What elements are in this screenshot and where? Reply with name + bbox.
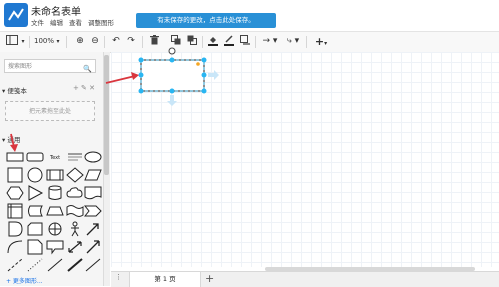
shape-arrow-up-right[interactable]	[84, 221, 102, 237]
undo-icon[interactable]: ↶	[110, 35, 122, 48]
shape-step[interactable]	[84, 203, 102, 219]
scratchpad-label: 便笺本	[7, 87, 27, 95]
general-section-header[interactable]: ▾ 通用	[2, 134, 20, 144]
panel-toggle-icon[interactable]	[4, 35, 20, 48]
shape-search-input[interactable]: 搜索图形 🔍	[4, 59, 96, 73]
menu-arrange[interactable]: 调整图形	[88, 17, 114, 27]
shape-document[interactable]	[84, 185, 102, 201]
shape-line-dotted[interactable]	[26, 257, 44, 273]
shape-callout[interactable]	[46, 239, 64, 255]
svg-text:Text: Text	[49, 155, 60, 161]
shape-parallelogram[interactable]	[84, 167, 102, 183]
line-color-icon[interactable]	[223, 35, 235, 48]
general-label: 通用	[7, 136, 21, 144]
redo-icon[interactable]: ↷	[125, 35, 137, 48]
add-page-button[interactable]: +	[205, 272, 214, 286]
zoom-dropdown-icon[interactable]: ▾	[55, 35, 61, 48]
shape-line[interactable]	[46, 257, 64, 273]
shape-line-dashed[interactable]	[6, 257, 24, 273]
menu-file[interactable]: 文件	[31, 17, 44, 27]
connection-style-icon[interactable]: → ▾	[261, 35, 279, 48]
shape-tape[interactable]	[66, 203, 84, 219]
diagram-canvas[interactable]	[111, 52, 499, 267]
search-icon[interactable]: 🔍	[83, 62, 92, 76]
search-placeholder: 搜索图形	[8, 63, 33, 70]
shape-hexagon[interactable]	[6, 185, 24, 201]
menu-bar: 文件 编辑 查看 调整图形	[31, 17, 114, 27]
menu-edit[interactable]: 编辑	[50, 17, 63, 27]
zoom-in-icon[interactable]: ⊕	[74, 35, 86, 48]
app-logo-icon	[4, 3, 28, 27]
shape-or[interactable]	[46, 221, 64, 237]
shape-card[interactable]	[26, 221, 44, 237]
unsaved-notice[interactable]: 有未保存的更改，点击此处保存。	[136, 13, 276, 28]
shape-diamond[interactable]	[66, 167, 84, 183]
chevron-down-icon[interactable]: ▾	[20, 35, 26, 48]
shape-textbox[interactable]	[66, 149, 84, 165]
shape-cloud[interactable]	[66, 185, 84, 201]
shape-text[interactable]: Text	[46, 149, 64, 165]
insert-button[interactable]: +▾	[312, 35, 330, 48]
page-menu-icon[interactable]: ⋮	[115, 273, 122, 281]
shape-arrow[interactable]	[84, 239, 102, 255]
sidebar-scroll-thumb[interactable]	[104, 55, 109, 175]
more-shapes-link[interactable]: + 更多图形...	[0, 276, 109, 286]
shape-connector[interactable]	[84, 257, 102, 273]
scratchpad-tools[interactable]: + ✎ ✕	[73, 84, 95, 92]
shape-curve[interactable]	[6, 239, 24, 255]
shape-circle[interactable]	[26, 167, 44, 183]
shape-rectangle[interactable]	[6, 149, 24, 165]
zoom-out-icon[interactable]: ⊖	[89, 35, 101, 48]
fill-color-icon[interactable]	[207, 35, 219, 48]
shape-rounded-rectangle[interactable]	[26, 149, 44, 165]
shape-line-thick[interactable]	[66, 257, 84, 273]
shape-note[interactable]	[26, 239, 44, 255]
delete-icon[interactable]	[148, 35, 160, 48]
shape-ellipse[interactable]	[84, 149, 102, 165]
shape-square[interactable]	[6, 167, 24, 183]
document-title[interactable]: 未命名表单	[31, 3, 81, 18]
zoom-level[interactable]: 100%	[33, 35, 55, 48]
menu-view[interactable]: 查看	[69, 17, 82, 27]
scratchpad-dropzone[interactable]: 把元素拖至此处	[5, 101, 95, 121]
shape-delay[interactable]	[6, 221, 24, 237]
page-tab-1[interactable]: 第 1 页	[129, 272, 201, 287]
shape-process[interactable]	[46, 167, 64, 183]
shape-internal-storage[interactable]	[6, 203, 24, 219]
shape-bidirectional-arrow[interactable]	[66, 239, 84, 255]
shape-cylinder[interactable]	[46, 185, 64, 201]
waypoint-style-icon[interactable]: ⤷ ▾	[284, 35, 302, 48]
title-bar: 未命名表单 文件 编辑 查看 调整图形 有未保存的更改，点击此处保存。	[0, 0, 499, 31]
shape-trapezoid[interactable]	[46, 203, 64, 219]
bring-to-front-icon[interactable]	[170, 35, 182, 48]
shape-triangle[interactable]	[26, 185, 44, 201]
page-tab-bar: ⋮ 第 1 页 +	[111, 271, 499, 287]
scratchpad-header[interactable]: ▾ 便笺本	[2, 85, 27, 95]
shadow-icon[interactable]	[239, 35, 251, 48]
send-to-back-icon[interactable]	[186, 35, 198, 48]
shape-actor[interactable]	[66, 221, 84, 237]
shape-data-storage[interactable]	[26, 203, 44, 219]
toolbar: ▾ 100% ▾ ⊕ ⊖ ↶ ↷ → ▾ ⤷ ▾ +▾	[0, 31, 499, 53]
